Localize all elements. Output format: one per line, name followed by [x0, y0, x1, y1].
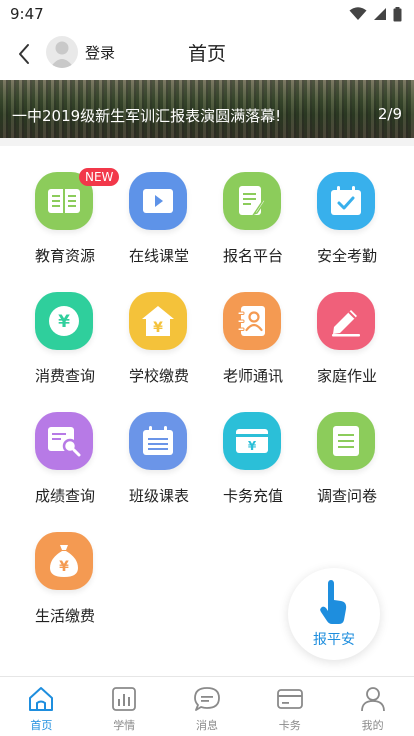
grid-item-education-resources[interactable]: NEW 教育资源: [13, 146, 120, 266]
report-safety-button[interactable]: 报平安: [288, 568, 380, 660]
status-icons: [349, 6, 402, 22]
nav-label: 我的: [361, 719, 384, 732]
svg-text:¥: ¥: [153, 320, 163, 336]
grid-item-questionnaire[interactable]: 调查问卷: [295, 386, 399, 506]
message-icon: [194, 687, 220, 711]
nav-label: 卡务: [278, 719, 301, 732]
school-fee-icon: ¥: [129, 292, 187, 350]
grid-item-homework[interactable]: 家庭作业: [295, 266, 399, 386]
app-header: 登录 首页: [0, 28, 414, 80]
signal-icon: [374, 8, 386, 20]
grid-item-label: 卡务充值: [222, 487, 283, 505]
home-icon: [29, 687, 54, 711]
report-safety-label: 报平安: [313, 632, 355, 648]
video-play-icon: [129, 172, 187, 230]
bar-chart-icon: [112, 687, 137, 711]
grid-item-label: 成绩查询: [34, 487, 95, 505]
grid-item-label: 老师通讯: [222, 367, 283, 385]
page-title: 首页: [187, 43, 226, 65]
grid-item-label: 在线课堂: [128, 247, 189, 265]
status-time: 9:47: [10, 5, 44, 23]
report-search-icon: [35, 412, 93, 470]
edit-form-icon: [223, 172, 281, 230]
grid-item-label: 家庭作业: [316, 367, 377, 385]
calendar-check-icon: [317, 172, 375, 230]
grid-item-registration[interactable]: 报名平台: [201, 146, 305, 266]
nav-label: 学情: [113, 719, 136, 732]
money-bag-icon: ¥: [35, 532, 93, 590]
section-divider: [0, 138, 414, 146]
nav-label: 首页: [30, 719, 53, 732]
grid-item-label: 消费查询: [34, 367, 95, 385]
grid-item-label: 教育资源: [34, 247, 95, 265]
card-recharge-icon: ¥: [223, 412, 281, 470]
yuan-coin-icon: ¥: [35, 292, 93, 350]
schedule-icon: [129, 412, 187, 470]
grid-item-label: 报名平台: [222, 247, 283, 265]
nav-item-home[interactable]: 首页: [0, 677, 83, 736]
banner-page-indicator: 2/9: [377, 105, 402, 123]
grid-item-online-class[interactable]: 在线课堂: [107, 146, 211, 266]
card-icon: [276, 689, 303, 709]
grid-item-label: 调查问卷: [316, 487, 377, 505]
news-banner[interactable]: 一中2019级新生军训汇报表演圆满落幕! 2/9: [0, 80, 414, 138]
grid-item-attendance[interactable]: 安全考勤: [295, 146, 399, 266]
svg-text:¥: ¥: [58, 312, 70, 332]
grid-item-label: 班级课表: [128, 487, 189, 505]
nav-item-card[interactable]: 卡务: [248, 677, 331, 736]
grid-item-label: 生活缴费: [34, 607, 95, 625]
grid-item-label: 学校缴费: [128, 367, 189, 385]
grid-item-class-schedule[interactable]: 班级课表: [107, 386, 211, 506]
grid-item-teacher-contacts[interactable]: 老师通讯: [201, 266, 305, 386]
grid-item-label: 安全考勤: [316, 247, 377, 265]
banner-caption: 一中2019级新生军训汇报表演圆满落幕!: [12, 107, 282, 125]
grid-item-score-query[interactable]: 成绩查询: [13, 386, 117, 506]
nav-item-profile[interactable]: 我的: [331, 677, 414, 736]
svg-text:¥: ¥: [248, 439, 257, 453]
questionnaire-icon: [317, 412, 375, 470]
wifi-icon: [349, 7, 367, 20]
grid-item-living-fee[interactable]: ¥ 生活缴费: [13, 506, 117, 626]
tap-hand-icon: [320, 580, 347, 624]
status-bar: 9:47: [0, 0, 414, 28]
nav-item-learning[interactable]: 学情: [83, 677, 166, 736]
user-icon: [360, 687, 385, 712]
battery-icon: [393, 6, 402, 21]
nav-label: 消息: [195, 719, 218, 732]
grid-item-school-fee[interactable]: ¥ 学校缴费: [107, 266, 211, 386]
grid-item-card-recharge[interactable]: ¥ 卡务充值: [201, 386, 305, 506]
bottom-nav: 首页 学情 消息 卡务 我的: [0, 676, 414, 736]
nav-item-messages[interactable]: 消息: [166, 677, 249, 736]
pencil-icon: [317, 292, 375, 350]
contact-book-icon: [223, 292, 281, 350]
grid-item-consumption-query[interactable]: ¥ 消费查询: [13, 266, 117, 386]
svg-text:¥: ¥: [59, 559, 69, 575]
